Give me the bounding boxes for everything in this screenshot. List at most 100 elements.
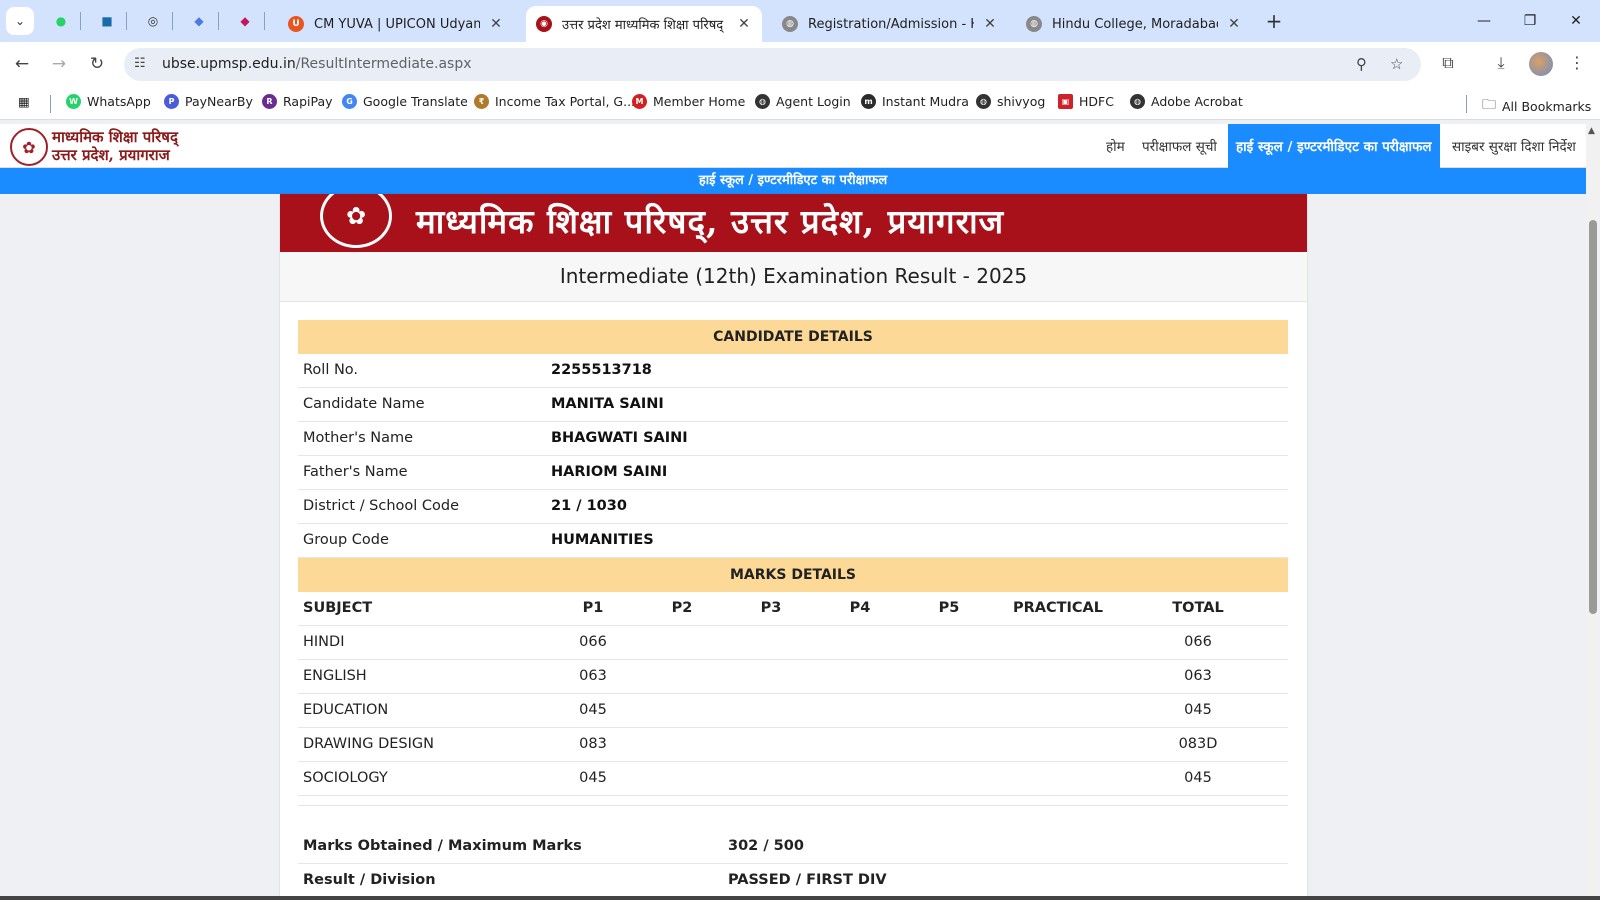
browser-tab[interactable]: ◍ Hindu College, Moradabad ✕ xyxy=(1016,6,1252,42)
bookmark-paynearby[interactable]: P PayNearBy xyxy=(164,94,253,109)
bookmark-label: PayNearBy xyxy=(185,94,253,109)
pinned-tab-icon[interactable]: ◆ xyxy=(232,9,258,33)
tab-search-chevron-icon[interactable]: ⌄ xyxy=(6,7,34,35)
pinned-tab-icon[interactable]: ■ xyxy=(94,9,120,33)
member-home-icon: M xyxy=(632,94,647,109)
tab-close-icon[interactable]: ✕ xyxy=(488,16,504,32)
site-logo-text[interactable]: माध्यमिक शिक्षा परिषद् उत्तर प्रदेश, प्र… xyxy=(52,128,178,164)
tab-close-icon[interactable]: ✕ xyxy=(982,16,998,32)
bookmark-google-translate[interactable]: G Google Translate xyxy=(342,94,468,109)
total-cell: 066 xyxy=(1184,634,1212,650)
reload-icon[interactable]: ↻ xyxy=(84,52,110,76)
p1-cell: 045 xyxy=(579,770,607,786)
bookmark-shivyog[interactable]: ◍ shivyog xyxy=(976,94,1045,109)
table-row: SOCIOLOGY 045 045 xyxy=(298,762,1288,796)
globe-icon: ◍ xyxy=(976,94,991,109)
upmsp-emblem-icon[interactable]: ✿ xyxy=(10,128,48,166)
browser-tab[interactable]: U CM YUVA | UPICON Udyami ✕ xyxy=(278,6,514,42)
page-scrollbar[interactable]: ▲ xyxy=(1586,124,1600,900)
bookmark-whatsapp[interactable]: W WhatsApp xyxy=(66,94,151,109)
minimize-icon[interactable]: — xyxy=(1464,8,1504,34)
bookmark-star-icon[interactable]: ☆ xyxy=(1390,55,1403,73)
bookmark-income-tax[interactable]: ₹ Income Tax Portal, G... xyxy=(474,94,635,109)
col-header: P4 xyxy=(849,600,871,616)
bookmark-hdfc[interactable]: ▣ HDFC xyxy=(1058,94,1114,109)
menu-hs-inter-result[interactable]: हाई स्कूल / इण्टरमीडिएट का परीक्षाफल xyxy=(1228,124,1440,168)
scroll-up-arrow-icon[interactable]: ▲ xyxy=(1588,126,1595,136)
summary-row-marks: Marks Obtained / Maximum Marks 302 / 500 xyxy=(298,830,1288,864)
url-path: /ResultIntermediate.aspx xyxy=(295,56,472,72)
new-tab-plus-icon[interactable]: + xyxy=(1262,9,1286,33)
globe-favicon-icon: ◍ xyxy=(782,16,798,32)
whatsapp-icon: W xyxy=(66,94,81,109)
go-pinned-tab-icon[interactable]: ◎ xyxy=(140,9,166,33)
tab-separator xyxy=(172,12,173,30)
menu-cyber-security[interactable]: साइबर सुरक्षा दिशा निर्देश xyxy=(1444,124,1584,168)
browser-tab[interactable]: ◍ Registration/Admission - Hindu ✕ xyxy=(772,6,1008,42)
banner-title: माध्यमिक शिक्षा परिषद्, उत्तर प्रदेश, प्… xyxy=(416,202,1005,241)
profile-avatar[interactable] xyxy=(1529,52,1553,76)
tab-title: Hindu College, Moradabad xyxy=(1052,16,1218,32)
row-label: Father's Name xyxy=(303,464,408,480)
candidate-row: Roll No. 2255513718 xyxy=(298,354,1288,388)
download-icon[interactable]: ⤓ xyxy=(1490,53,1512,73)
zoom-magnifier-icon[interactable]: ⚲ xyxy=(1356,55,1367,73)
bookmark-agent-login[interactable]: ◍ Agent Login xyxy=(755,94,851,109)
extensions-puzzle-icon[interactable]: ⧉ xyxy=(1437,53,1459,73)
bookmark-label: Instant Mudra xyxy=(882,94,969,109)
restore-icon[interactable]: ❐ xyxy=(1510,8,1550,34)
kebab-menu-icon[interactable]: ⋮ xyxy=(1566,53,1588,72)
url-host: ubse.upmsp.edu.in xyxy=(162,56,296,72)
exam-title: Intermediate (12th) Examination Result -… xyxy=(559,264,1028,288)
browser-tab-bar: ⌄ ● ■ ◎ ◆ ◆ U CM YUVA | UPICON Udyami ✕ … xyxy=(0,0,1600,42)
candidate-row: Candidate Name MANITA SAINI xyxy=(298,388,1288,422)
row-label: Candidate Name xyxy=(303,396,425,412)
globe-favicon-icon: ◍ xyxy=(1026,16,1042,32)
bookmark-label: Income Tax Portal, G... xyxy=(495,94,636,109)
p1-cell: 066 xyxy=(579,634,607,650)
folder-icon: 🗀 xyxy=(1482,97,1496,113)
exam-title-bar: Intermediate (12th) Examination Result -… xyxy=(280,252,1307,302)
menu-home[interactable]: होम xyxy=(1098,124,1133,168)
pinned-tab-icon[interactable]: ◆ xyxy=(186,9,212,33)
candidate-row: Father's Name HARIOM SAINI xyxy=(298,456,1288,490)
candidate-row: District / School Code 21 / 1030 xyxy=(298,490,1288,524)
url-text[interactable]: ubse.upmsp.edu.in/ResultIntermediate.asp… xyxy=(162,56,472,72)
apps-grid-icon[interactable]: ▦ xyxy=(18,94,30,109)
forward-arrow-icon[interactable]: → xyxy=(46,52,72,76)
tab-separator xyxy=(126,12,127,30)
bookmark-instant-mudra[interactable]: m Instant Mudra xyxy=(861,94,969,109)
site-info-icon[interactable]: ☷ xyxy=(134,56,146,71)
bookmark-member-home[interactable]: M Member Home xyxy=(632,94,745,109)
upicon-favicon-icon: U xyxy=(288,16,304,32)
back-arrow-icon[interactable]: ← xyxy=(9,52,35,76)
browser-toolbar: ← → ↻ ☷ ubse.upmsp.edu.in/ResultIntermed… xyxy=(0,42,1600,86)
table-row: HINDI 066 066 xyxy=(298,626,1288,660)
row-value: BHAGWATI SAINI xyxy=(551,430,688,446)
bookmark-label: HDFC xyxy=(1079,94,1114,109)
rapipay-icon: R xyxy=(262,94,277,109)
bookmark-adobe-acrobat[interactable]: ◍ Adobe Acrobat xyxy=(1130,94,1243,109)
spacer-row xyxy=(298,796,1288,806)
tab-close-icon[interactable]: ✕ xyxy=(736,16,752,32)
close-window-icon[interactable]: ✕ xyxy=(1556,8,1596,34)
tab-close-icon[interactable]: ✕ xyxy=(1226,16,1242,32)
globe-icon: ◍ xyxy=(755,94,770,109)
menu-result-list[interactable]: परीक्षाफल सूची xyxy=(1134,124,1225,168)
bookmark-label: shivyog xyxy=(997,94,1046,109)
all-bookmarks-button[interactable]: 🗀 All Bookmarks xyxy=(1482,94,1591,118)
address-bar[interactable]: ☷ ubse.upmsp.edu.in/ResultIntermediate.a… xyxy=(124,48,1421,81)
browser-tab-active[interactable]: ◉ उत्तर प्रदेश माध्यमिक शिक्षा परिषद् ✕ xyxy=(526,6,762,42)
instant-mudra-icon: m xyxy=(861,94,876,109)
col-header: TOTAL xyxy=(1172,600,1224,616)
bookmark-rapipay[interactable]: R RapiPay xyxy=(262,94,333,109)
whatsapp-pinned-tab-icon[interactable]: ● xyxy=(48,9,74,33)
row-value: MANITA SAINI xyxy=(551,396,664,412)
row-value: HARIOM SAINI xyxy=(551,464,668,480)
scrollbar-thumb[interactable] xyxy=(1589,220,1597,614)
row-value: HUMANITIES xyxy=(551,532,654,548)
bookmark-label: RapiPay xyxy=(283,94,333,109)
p1-cell: 063 xyxy=(579,668,607,684)
row-label: Mother's Name xyxy=(303,430,414,446)
summary-label: Result / Division xyxy=(303,872,436,888)
